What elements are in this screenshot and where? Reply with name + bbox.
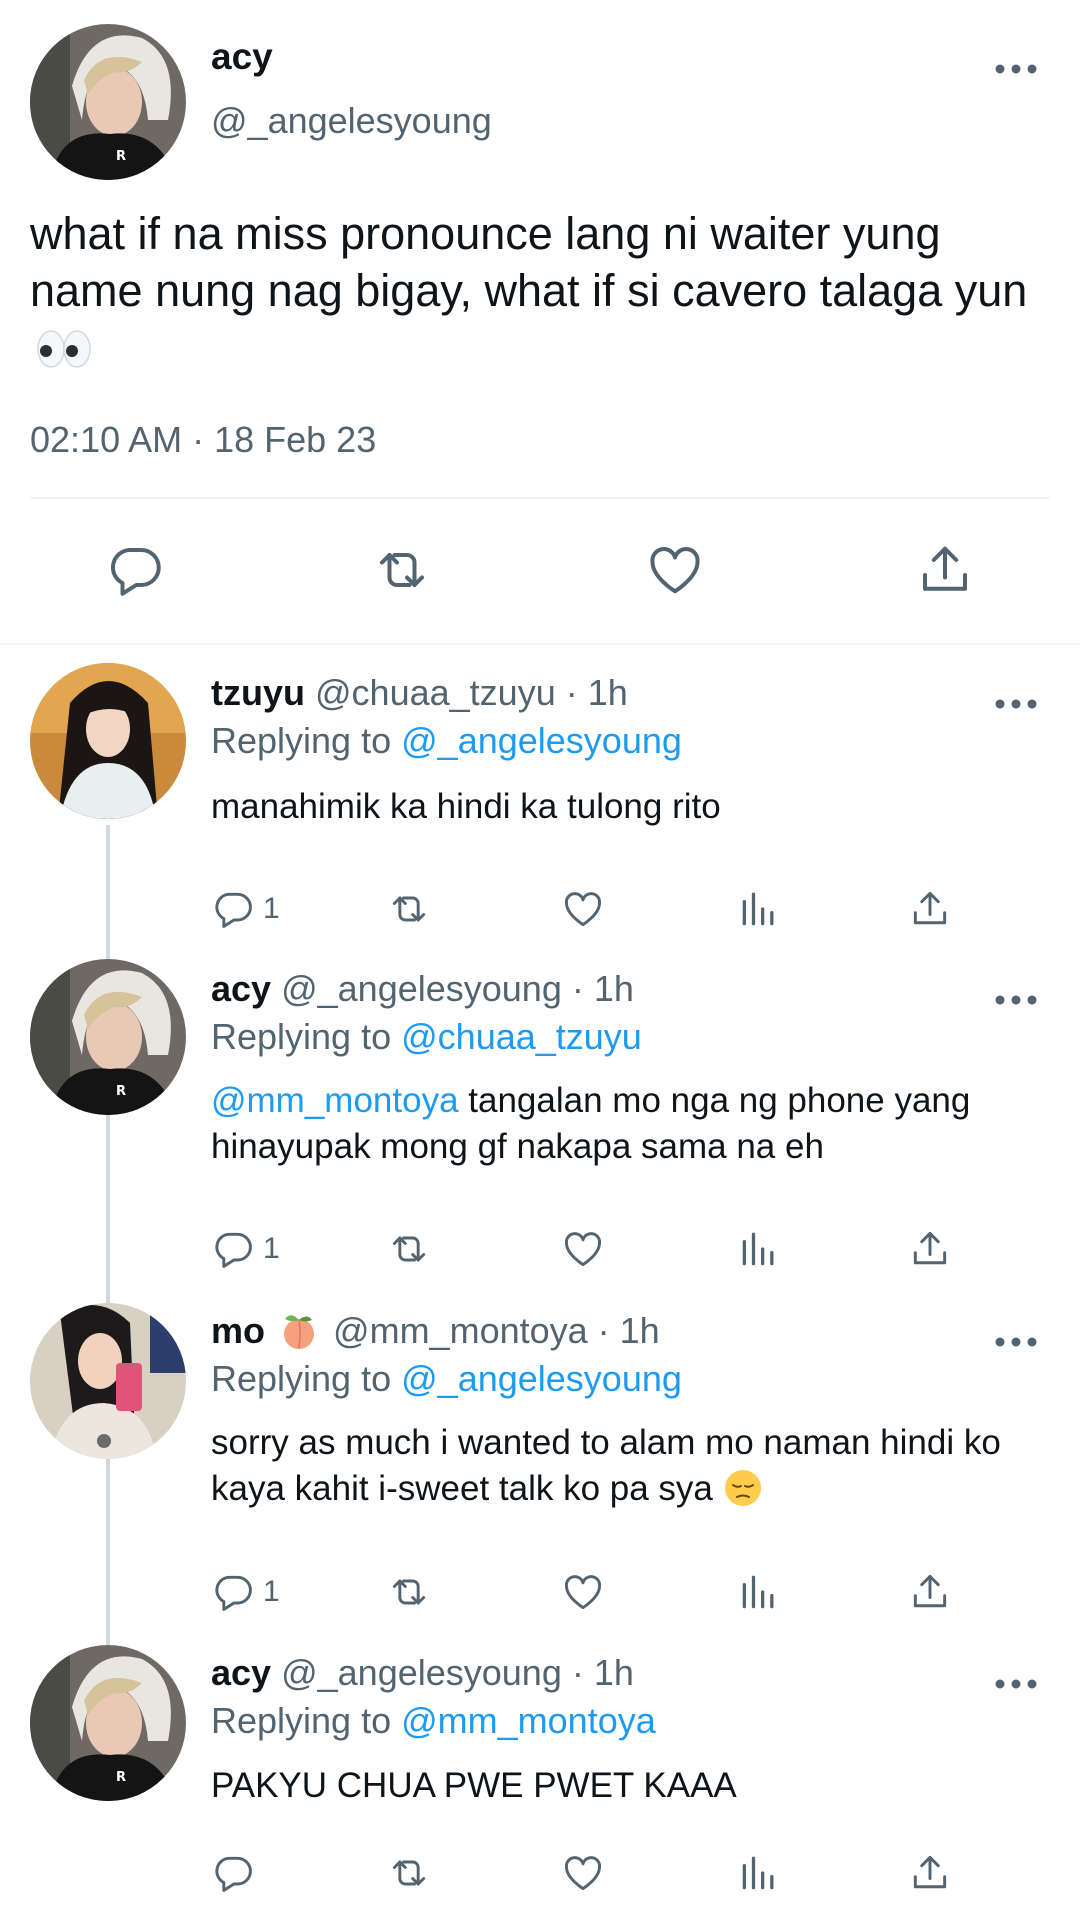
handle-time[interactable]: @mm_montoya · 1h	[333, 1310, 660, 1351]
replying-to: Replying to @mm_montoya	[211, 1700, 656, 1742]
like-icon[interactable]	[561, 885, 605, 933]
mention-link[interactable]: @mm_montoya	[211, 1081, 459, 1120]
share-icon[interactable]	[908, 885, 952, 933]
thread-line	[106, 1115, 110, 1283]
more-options-icon[interactable]	[994, 58, 1038, 80]
retweet-icon[interactable]	[387, 1849, 431, 1897]
replying-to: Replying to @_angelesyoung	[211, 1358, 682, 1400]
thread-line	[106, 1283, 110, 1303]
retweet-icon[interactable]	[387, 885, 431, 933]
like-icon[interactable]	[561, 1568, 605, 1616]
tweet-text: what if na miss pronounce lang ni waiter…	[30, 205, 1050, 382]
retweet-icon[interactable]	[372, 540, 432, 600]
more-options-icon[interactable]	[994, 1673, 1038, 1695]
replying-to-label: Replying to	[211, 1700, 392, 1741]
reply-header: acy @_angelesyoung · 1h	[211, 968, 634, 1010]
more-options-icon[interactable]	[994, 989, 1038, 1011]
svg-text:R: R	[116, 1770, 126, 1785]
avatar[interactable]: R	[30, 24, 186, 180]
share-icon[interactable]	[915, 540, 975, 600]
replying-to-label: Replying to	[211, 1016, 392, 1057]
reply-count: 1	[263, 892, 280, 925]
display-name[interactable]: mo	[211, 1310, 265, 1351]
thread-line	[106, 1457, 110, 1625]
reply-icon[interactable]	[105, 540, 165, 600]
like-icon[interactable]	[645, 540, 705, 600]
reply-icon	[215, 1232, 252, 1268]
reply-button[interactable]: 1	[211, 1568, 280, 1616]
more-options-icon[interactable]	[994, 1331, 1038, 1353]
share-icon[interactable]	[908, 1849, 952, 1897]
replying-to-label: Replying to	[211, 1358, 392, 1399]
reply-count: 1	[263, 1232, 280, 1265]
thread-line	[106, 941, 110, 961]
reply-tweet[interactable]: R acy @_angelesyoung · 1h Replying to @m…	[0, 1625, 1080, 1917]
reply-text: @mm_montoya tangalan mo nga ng phone yan…	[211, 1078, 1041, 1170]
reply-header: tzuyu @chuaa_tzuyu · 1h	[211, 672, 628, 714]
eyes-emoji-icon	[36, 325, 92, 382]
divider	[30, 497, 1050, 499]
reply-icon	[215, 892, 252, 928]
reply-text-content: manahimik ka hindi ka tulong rito	[211, 787, 721, 826]
display-name[interactable]: acy	[211, 36, 273, 78]
replying-to-link[interactable]: @chuaa_tzuyu	[401, 1016, 642, 1057]
retweet-icon[interactable]	[387, 1225, 431, 1273]
reply-button[interactable]: 1	[211, 1225, 280, 1273]
svg-text:R: R	[116, 1084, 126, 1099]
handle-time[interactable]: @_angelesyoung · 1h	[281, 968, 634, 1009]
replying-to-link[interactable]: @_angelesyoung	[401, 720, 682, 761]
reply-icon	[215, 1575, 252, 1611]
replying-to-link[interactable]: @mm_montoya	[401, 1700, 656, 1741]
retweet-icon[interactable]	[387, 1568, 431, 1616]
reply-header: acy @_angelesyoung · 1h	[211, 1652, 634, 1694]
reply-header: mo @mm_montoya · 1h	[211, 1310, 660, 1360]
svg-text:R: R	[116, 149, 126, 164]
display-name[interactable]: tzuyu	[211, 672, 305, 713]
reply-button[interactable]	[211, 1849, 263, 1897]
pensive-face-emoji-icon	[723, 1468, 763, 1520]
replying-to: Replying to @chuaa_tzuyu	[211, 1016, 642, 1058]
display-name[interactable]: acy	[211, 968, 271, 1009]
reply-tweet[interactable]: tzuyu @chuaa_tzuyu · 1h Replying to @_an…	[0, 645, 1080, 965]
like-icon[interactable]	[561, 1849, 605, 1897]
reply-text-content: sorry as much i wanted to alam mo naman …	[211, 1423, 1001, 1508]
tweet-text-content: what if na miss pronounce lang ni waiter…	[30, 208, 1028, 316]
reply-text: sorry as much i wanted to alam mo naman …	[211, 1420, 1041, 1520]
views-icon[interactable]	[737, 1849, 781, 1897]
avatar[interactable]: R	[30, 959, 186, 1115]
reply-text: PAKYU CHUA PWE PWET KAAA	[211, 1763, 1041, 1809]
replying-to-label: Replying to	[211, 720, 392, 761]
handle-time[interactable]: @chuaa_tzuyu · 1h	[315, 672, 628, 713]
reply-icon	[215, 1856, 252, 1892]
reply-tweet[interactable]: mo @mm_montoya · 1h Replying to @_angele…	[0, 1283, 1080, 1625]
tweet-timestamp: 02:10 AM · 18 Feb 23	[30, 419, 377, 460]
more-options-icon[interactable]	[994, 693, 1038, 715]
share-icon[interactable]	[908, 1225, 952, 1273]
share-icon[interactable]	[908, 1568, 952, 1616]
reply-count: 1	[263, 1575, 280, 1608]
avatar[interactable]	[30, 663, 186, 819]
tweet-detail-page: R acy @_angelesyoung what if na miss pro…	[0, 0, 1080, 1917]
peach-emoji-icon	[279, 1311, 319, 1360]
main-tweet: R acy @_angelesyoung what if na miss pro…	[0, 0, 1080, 645]
views-icon[interactable]	[737, 1225, 781, 1273]
user-handle[interactable]: @_angelesyoung	[211, 100, 492, 142]
avatar[interactable]	[30, 1303, 186, 1459]
replying-to-link[interactable]: @_angelesyoung	[401, 1358, 682, 1399]
handle-time[interactable]: @_angelesyoung · 1h	[281, 1652, 634, 1693]
thread-line	[106, 1625, 110, 1645]
views-icon[interactable]	[737, 885, 781, 933]
reply-button[interactable]: 1	[211, 885, 280, 933]
like-icon[interactable]	[561, 1225, 605, 1273]
reply-text: manahimik ka hindi ka tulong rito	[211, 784, 1041, 830]
avatar[interactable]: R	[30, 1645, 186, 1801]
display-name[interactable]: acy	[211, 1652, 271, 1693]
replying-to: Replying to @_angelesyoung	[211, 720, 682, 762]
reply-text-content: PAKYU CHUA PWE PWET KAAA	[211, 1766, 737, 1805]
reply-tweet[interactable]: R acy @_angelesyoung · 1h Replying to @c…	[0, 941, 1080, 1283]
views-icon[interactable]	[737, 1568, 781, 1616]
